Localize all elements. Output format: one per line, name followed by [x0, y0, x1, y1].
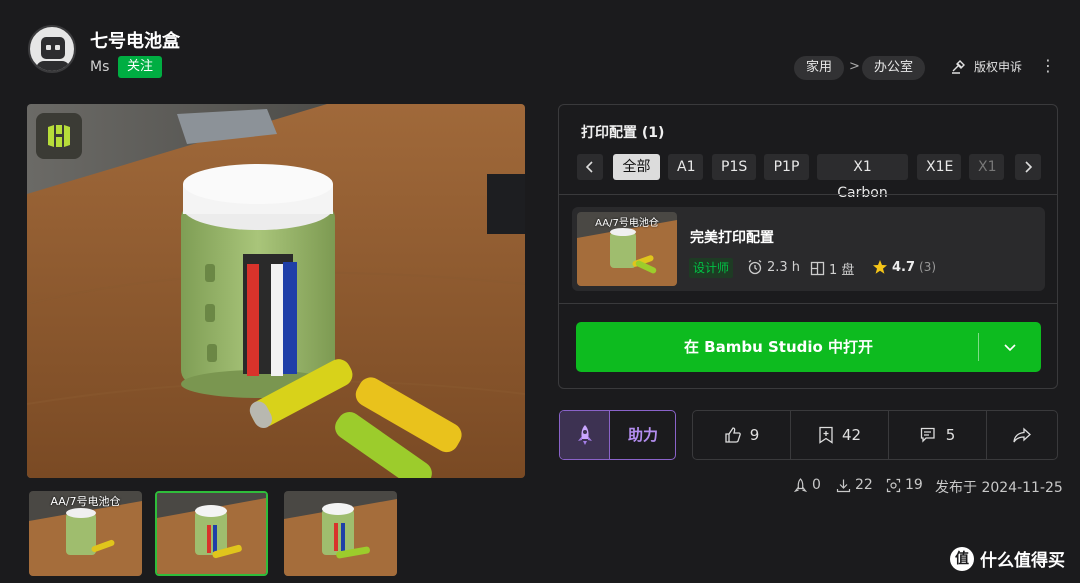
filter-chip-x1e[interactable]: X1E — [917, 154, 961, 180]
profile-name: 完美打印配置 — [690, 230, 774, 246]
report-button[interactable]: 版权申诉 — [950, 58, 1022, 75]
share-button[interactable] — [987, 411, 1057, 459]
bookmark-plus-icon — [819, 426, 833, 444]
publish-date: 发布于 2024-11-25 — [935, 480, 1063, 496]
boost-count: 0 — [793, 477, 821, 493]
filter-chip-all[interactable]: 全部 — [613, 154, 660, 180]
filter-chip-x1-carbon[interactable]: X1 Carbon — [817, 154, 908, 201]
collect-button[interactable]: 42 — [791, 411, 888, 459]
star-icon — [873, 260, 887, 274]
bambu-lab-logo-icon — [36, 113, 82, 159]
author-avatar[interactable] — [28, 25, 76, 73]
thumbnail-caption: AA/7号电池仓 — [50, 495, 121, 508]
main-model-image[interactable] — [27, 104, 525, 478]
model-title: 七号电池盒 — [90, 31, 180, 52]
watermark-logo: 值 — [950, 546, 974, 571]
scan-print-icon — [886, 478, 901, 492]
more-options-icon[interactable]: ⋮ — [1040, 56, 1056, 76]
rocket-icon — [560, 411, 610, 459]
gallery-thumbnail-active[interactable] — [155, 491, 268, 576]
follow-button[interactable]: 关注 — [118, 56, 163, 78]
action-bar: 9 42 5 — [692, 410, 1058, 460]
download-count: 22 — [836, 477, 873, 493]
comment-icon — [920, 427, 935, 443]
report-icon — [952, 59, 965, 74]
designer-badge: 设计师 — [689, 258, 734, 278]
boost-label: 助力 — [627, 426, 658, 444]
robot-icon — [41, 37, 65, 59]
gallery-thumbnail[interactable]: AA/7号电池仓 — [29, 491, 142, 576]
thumbs-up-icon — [725, 427, 741, 443]
filter-next-button[interactable] — [1015, 154, 1041, 180]
profile-rating: 4.7 (3) — [872, 259, 936, 275]
filter-prev-button[interactable] — [577, 154, 603, 180]
open-in-bambu-studio-button[interactable]: 在 Bambu Studio 中打开 — [576, 322, 1041, 372]
breadcrumb-item-office[interactable]: 办公室 — [862, 56, 926, 80]
plate-icon — [810, 261, 825, 276]
print-time: 2.3 h — [747, 259, 800, 275]
like-button[interactable]: 9 — [693, 411, 790, 459]
print-count: 19 — [886, 477, 923, 493]
chevron-down-icon[interactable] — [996, 337, 1024, 357]
filter-chip-a1[interactable]: A1 — [668, 154, 703, 180]
breadcrumb-item-home[interactable]: 家用 — [794, 56, 845, 80]
watermark-text: 什么值得买 — [980, 551, 1065, 571]
chevron-left-icon — [585, 161, 593, 173]
filter-chip-x1[interactable]: X1 — [969, 154, 1004, 180]
chevron-right-icon — [1025, 161, 1033, 173]
plate-count: 1 盘 — [810, 259, 854, 278]
panel-divider — [559, 194, 1057, 195]
comment-button[interactable]: 5 — [889, 411, 986, 459]
filter-chip-p1p[interactable]: P1P — [764, 154, 809, 180]
report-label: 版权申诉 — [974, 60, 1023, 74]
download-icon — [836, 479, 851, 492]
share-icon — [1013, 427, 1031, 443]
boost-button[interactable]: 助力 — [559, 410, 676, 460]
site-watermark: 值 什么值得买 — [950, 546, 1065, 571]
panel-divider — [559, 303, 1057, 304]
author-name[interactable]: Ms — [90, 59, 109, 75]
profile-thumb-caption: AA/7号电池仓 — [595, 218, 659, 229]
filter-chip-p1s[interactable]: P1S — [712, 154, 756, 180]
alarm-clock-icon — [748, 259, 762, 275]
print-config-title: 打印配置 (1) — [581, 125, 665, 141]
profile-thumbnail: AA/7号电池仓 — [577, 212, 677, 286]
breadcrumb-separator: > — [849, 59, 860, 74]
gallery-thumbnail[interactable] — [284, 491, 397, 576]
rocket-outline-icon — [793, 477, 808, 492]
